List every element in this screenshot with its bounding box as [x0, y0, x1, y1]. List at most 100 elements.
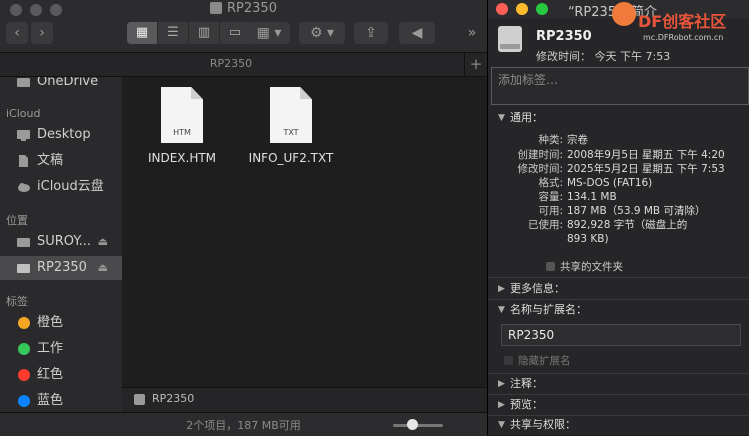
path-item[interactable]: RP2350: [152, 392, 194, 405]
close-window-button[interactable]: [496, 3, 508, 15]
name-field[interactable]: [501, 324, 741, 346]
group-by-button[interactable]: ▦ ▾: [248, 22, 290, 44]
icon-size-slider-knob[interactable]: [407, 419, 418, 430]
tag-dot-icon: [18, 369, 30, 381]
info-window: “RP2350”简介 DF创客社区 mc.DFRobot.com.cn RP23…: [487, 0, 749, 435]
file-item[interactable]: HTM INDEX.HTM: [132, 87, 232, 165]
document-icon: [19, 155, 28, 167]
sidebar-item-label: 橙色: [37, 315, 64, 330]
sidebar-item-documents[interactable]: 文稿: [0, 149, 122, 173]
status-bar: 2个项目，187 MB可用: [0, 412, 487, 436]
sidebar-item-tag-blue[interactable]: 蓝色: [0, 389, 122, 413]
sidebar-item-desktop[interactable]: Desktop: [0, 123, 122, 147]
checkbox-icon: [546, 262, 555, 271]
sidebar: OneDrive iCloud Desktop 文稿 iCloud云盘 位置 S…: [0, 77, 122, 435]
back-button[interactable]: ‹: [6, 22, 28, 44]
desktop-icon: [17, 130, 30, 141]
tag-dot-icon: [18, 395, 30, 407]
window-title: RP2350: [0, 1, 487, 16]
file-name: INDEX.HTM: [147, 151, 217, 165]
document-icon: HTM: [161, 87, 203, 143]
sidebar-item-label: 蓝色: [37, 393, 64, 408]
info-row: 格式: MS-DOS (FAT16): [538, 177, 653, 189]
info-row: 种类: 宗卷: [538, 134, 588, 146]
sidebar-item-label: Desktop: [37, 127, 91, 142]
sidebar-item-tag-red[interactable]: 红色: [0, 363, 122, 387]
drive-icon: [17, 264, 30, 273]
drive-icon: [498, 26, 522, 52]
tag-dot-icon: [18, 317, 30, 329]
window-controls: [496, 3, 548, 15]
sidebar-item-tag-work[interactable]: 工作: [0, 337, 122, 361]
info-row: 修改时间: 2025年5月2日 星期五 下午 7:53: [517, 163, 725, 175]
info-row: 已使用: 892,928 字节（磁盘上的: [527, 219, 688, 231]
hide-extension-checkbox[interactable]: 隐藏扩展名: [504, 353, 571, 368]
view-mode-segmented: ▦ ☰ ▥ ▭: [127, 22, 251, 44]
toolbar-overflow-button[interactable]: »: [462, 22, 482, 44]
eject-icon[interactable]: ⏏: [98, 256, 108, 280]
tab-rp2350[interactable]: RP2350: [0, 57, 462, 70]
disclosure-right-icon: ▶: [498, 379, 505, 389]
gallery-view-button[interactable]: ▭: [220, 22, 251, 44]
minimize-window-button[interactable]: [516, 3, 528, 15]
tags-input[interactable]: [496, 72, 740, 88]
section-name-extension[interactable]: ▼ 名称与扩展名：: [488, 300, 749, 320]
volume-name: RP2350: [536, 29, 592, 44]
disclosure-down-icon: ▼: [498, 420, 505, 430]
divider: [488, 277, 749, 278]
sidebar-item-label: RP2350: [37, 260, 87, 275]
modified-summary: 修改时间： 今天 下午 7:53: [536, 50, 671, 63]
document-icon: TXT: [270, 87, 312, 143]
sidebar-item-label: OneDrive: [37, 77, 99, 89]
sidebar-item-label: 红色: [37, 367, 64, 382]
share-button[interactable]: ⇪: [354, 22, 388, 44]
sidebar-section-tags: 标签: [6, 295, 28, 308]
sidebar-item-suroy[interactable]: SUROY... ⏏: [0, 230, 122, 254]
shared-folder-checkbox[interactable]: 共享的文件夹: [546, 259, 623, 274]
info-row: 创建时间: 2008年9月5日 星期五 下午 4:20: [517, 149, 725, 161]
tab-bar: RP2350 +: [0, 53, 487, 77]
file-item[interactable]: TXT INFO_UF2.TXT: [241, 87, 341, 165]
sidebar-item-icloud-drive[interactable]: iCloud云盘: [0, 175, 122, 199]
mascot-logo-icon: [612, 2, 636, 26]
sidebar-item-label: 文稿: [37, 153, 64, 168]
section-general[interactable]: ▼ 通用：: [488, 108, 749, 128]
column-view-button[interactable]: ▥: [189, 22, 220, 44]
list-view-button[interactable]: ☰: [158, 22, 189, 44]
tag-dot-icon: [18, 343, 30, 355]
info-row: 893 KB): [567, 233, 609, 245]
drive-icon: [210, 2, 223, 14]
section-comments[interactable]: ▶ 注释：: [488, 374, 749, 394]
drive-icon: [17, 238, 30, 247]
forward-button[interactable]: ›: [31, 22, 53, 44]
disclosure-down-icon: ▼: [498, 305, 505, 315]
section-more-info[interactable]: ▶ 更多信息：: [488, 279, 749, 299]
sidebar-item-onedrive[interactable]: OneDrive: [0, 77, 122, 94]
disclosure-down-icon: ▼: [498, 113, 505, 123]
checkbox-icon: [504, 356, 513, 365]
info-row: 可用: 187 MB（53.9 MB 可清除）: [538, 205, 706, 217]
sidebar-item-label: 工作: [37, 341, 64, 356]
finder-window: RP2350 ‹ › ▦ ☰ ▥ ▭ ▦ ▾ ⚙ ▾ ⇪ ◀ » RP2350 …: [0, 0, 487, 436]
info-row: 容量: 134.1 MB: [538, 191, 617, 203]
action-gear-button[interactable]: ⚙ ▾: [299, 22, 345, 44]
icon-view-button[interactable]: ▦: [127, 22, 158, 44]
name-input[interactable]: [506, 327, 738, 343]
sidebar-item-rp2350[interactable]: RP2350 ⏏: [0, 256, 122, 280]
disclosure-right-icon: ▶: [498, 400, 505, 410]
finder-titlebar: RP2350 ‹ › ▦ ☰ ▥ ▭ ▦ ▾ ⚙ ▾ ⇪ ◀ »: [0, 0, 487, 53]
path-bar: RP2350: [122, 387, 487, 412]
new-tab-button[interactable]: +: [464, 53, 487, 76]
icon-size-slider[interactable]: [393, 424, 443, 427]
section-preview[interactable]: ▶ 预览：: [488, 395, 749, 415]
sidebar-section-locations: 位置: [6, 214, 28, 227]
tags-field[interactable]: [491, 67, 749, 105]
file-area: HTM INDEX.HTM TXT INFO_UF2.TXT: [122, 77, 487, 387]
sidebar-item-tag-orange[interactable]: 橙色: [0, 311, 122, 335]
tags-button[interactable]: ◀: [399, 22, 435, 44]
sidebar-item-label: iCloud云盘: [37, 179, 104, 194]
section-sharing-permissions[interactable]: ▼ 共享与权限：: [488, 415, 749, 435]
disclosure-right-icon: ▶: [498, 284, 505, 294]
eject-icon[interactable]: ⏏: [98, 230, 108, 254]
zoom-window-button[interactable]: [536, 3, 548, 15]
